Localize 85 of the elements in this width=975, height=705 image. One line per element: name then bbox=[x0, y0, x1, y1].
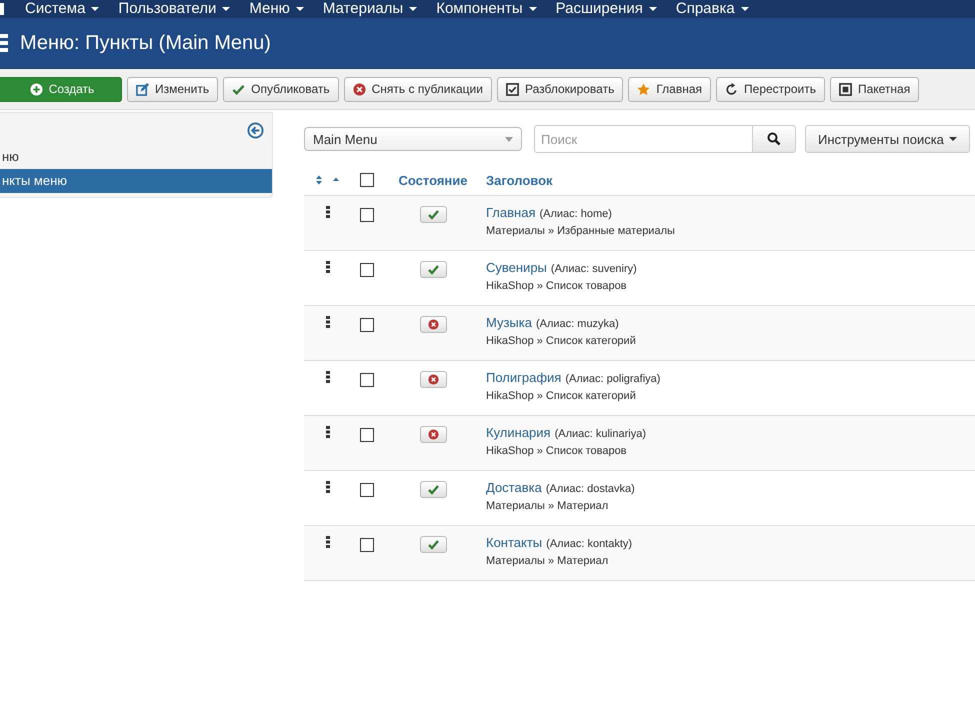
sort-icon[interactable] bbox=[314, 175, 340, 185]
unpublished-toggle[interactable] bbox=[420, 426, 446, 443]
item-type-text: Материалы » Избранные материалы bbox=[486, 225, 676, 237]
alias-text: (Алиас: kulinariya) bbox=[554, 428, 646, 440]
search-field[interactable]: Поиск bbox=[534, 125, 753, 153]
sidebar-item[interactable]: ню bbox=[0, 145, 272, 169]
item-type-text: HikaShop » Список товаров bbox=[486, 445, 628, 457]
item-title-link[interactable]: Кулинария bbox=[486, 425, 551, 440]
item-title-link[interactable]: Сувениры bbox=[486, 260, 547, 275]
check-icon bbox=[232, 82, 246, 96]
toolbar-button[interactable]: Опубликовать bbox=[223, 76, 339, 102]
menu-select[interactable]: Main Menu bbox=[304, 127, 522, 151]
check-icon bbox=[428, 264, 438, 274]
nav-menu-item[interactable]: Система bbox=[25, 0, 100, 18]
alias-text: (Алиас: muzyka) bbox=[536, 318, 619, 330]
x-circle-icon bbox=[428, 374, 438, 385]
row-checkbox[interactable] bbox=[360, 483, 374, 497]
nav-menu-item[interactable]: Расширения bbox=[556, 0, 657, 18]
alias-text: (Алиас: dostavka) bbox=[546, 483, 635, 495]
item-title-link[interactable]: Доставка bbox=[486, 480, 542, 495]
row-checkbox[interactable] bbox=[360, 373, 374, 387]
nav-menu-item[interactable]: Компоненты bbox=[436, 0, 537, 18]
square-icon bbox=[838, 82, 852, 96]
toolbar-button[interactable]: Изменить bbox=[127, 76, 218, 102]
toolbar-button[interactable]: Перестроить bbox=[716, 76, 825, 102]
item-type-text: Материалы » Материал bbox=[486, 500, 610, 512]
search-tools-button[interactable]: Инструменты поиска bbox=[805, 125, 970, 153]
check-icon bbox=[428, 484, 438, 494]
row-checkbox[interactable] bbox=[360, 208, 374, 222]
star-icon bbox=[637, 82, 650, 96]
drag-handle-icon[interactable] bbox=[326, 481, 330, 493]
item-type-text: HikaShop » Список категорий bbox=[486, 390, 637, 402]
toolbar-button[interactable]: Главная bbox=[628, 76, 712, 102]
refresh-icon bbox=[725, 82, 738, 96]
nav-menu-item[interactable]: Справка bbox=[676, 0, 749, 18]
x-circle-icon bbox=[428, 429, 438, 440]
published-toggle[interactable] bbox=[420, 536, 446, 553]
alias-text: (Алиас: suveniry) bbox=[550, 263, 637, 275]
item-type-text: HikaShop » Список категорий bbox=[486, 335, 637, 347]
drag-handle-icon[interactable] bbox=[326, 206, 330, 218]
nav-menu-item[interactable]: Материалы bbox=[322, 0, 418, 18]
edit-icon bbox=[136, 82, 149, 96]
item-title-link[interactable]: Полиграфия bbox=[486, 370, 562, 385]
item-title-link[interactable]: Контакты bbox=[486, 535, 542, 550]
item-type-text: HikaShop » Список товаров bbox=[486, 280, 628, 292]
row-checkbox[interactable] bbox=[360, 318, 374, 332]
page-title: Меню: Пункты (Main Menu) bbox=[20, 32, 271, 54]
column-header[interactable]: Состояние bbox=[398, 172, 468, 188]
row-checkbox[interactable] bbox=[360, 428, 374, 442]
select-all-checkbox[interactable] bbox=[360, 173, 374, 187]
row-checkbox[interactable] bbox=[360, 263, 374, 277]
x-circle-icon bbox=[352, 82, 366, 96]
plus-circle-icon bbox=[30, 82, 43, 96]
sidebar-item[interactable]: нкты меню bbox=[0, 169, 272, 193]
menu-icon bbox=[0, 34, 8, 52]
row-checkbox[interactable] bbox=[360, 538, 374, 552]
unpublished-toggle[interactable] bbox=[420, 316, 446, 333]
drag-handle-icon[interactable] bbox=[326, 426, 330, 438]
nav-menu-item[interactable]: Пользователи bbox=[118, 0, 230, 18]
checkbox-icon bbox=[506, 82, 519, 96]
unpublished-toggle[interactable] bbox=[420, 371, 446, 388]
alias-text: (Алиас: kontakty) bbox=[546, 538, 632, 550]
check-icon bbox=[428, 540, 438, 550]
drag-handle-icon[interactable] bbox=[326, 316, 330, 328]
toolbar-button[interactable]: Пакетная bbox=[830, 76, 920, 102]
item-title-link[interactable]: Музыка bbox=[486, 315, 532, 330]
item-type-text: Материалы » Материал bbox=[486, 555, 610, 567]
search-button[interactable] bbox=[753, 125, 796, 153]
drag-handle-icon[interactable] bbox=[326, 536, 330, 548]
column-header[interactable]: Заголовок bbox=[486, 172, 553, 188]
toolbar-button[interactable]: Разблокировать bbox=[496, 76, 624, 102]
drag-handle-icon[interactable] bbox=[326, 371, 330, 383]
published-toggle[interactable] bbox=[420, 481, 446, 498]
published-toggle[interactable] bbox=[420, 206, 446, 223]
check-icon bbox=[428, 210, 438, 220]
toolbar-button[interactable]: Снять с публикации bbox=[344, 76, 492, 102]
x-circle-icon bbox=[428, 319, 438, 330]
alias-text: (Алиас: poligrafiya) bbox=[565, 373, 660, 385]
search-icon bbox=[767, 132, 781, 146]
nav-menu-item[interactable]: Меню bbox=[249, 0, 304, 18]
published-toggle[interactable] bbox=[420, 261, 446, 278]
drag-handle-icon[interactable] bbox=[326, 261, 330, 273]
alias-text: (Алиас: home) bbox=[539, 208, 612, 220]
toolbar-button[interactable]: Создать bbox=[0, 76, 122, 102]
item-title-link[interactable]: Главная bbox=[486, 205, 536, 220]
